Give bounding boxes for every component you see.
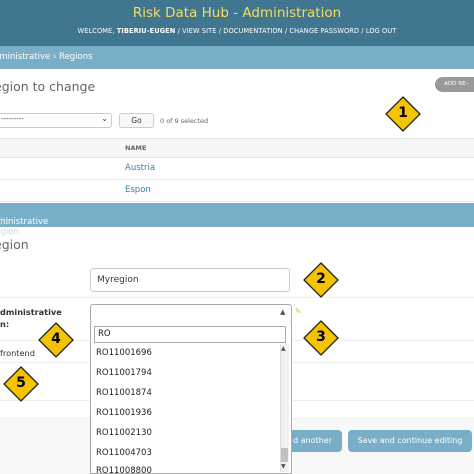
selected-count: 0 of 9 selected <box>160 117 209 125</box>
breadcrumb-current: Add region <box>0 217 19 237</box>
view-site-link[interactable]: VIEW SITE <box>182 27 216 35</box>
save-and-continue-button[interactable]: Save and continue editing <box>348 430 472 452</box>
dropdown-search-value: RO <box>98 329 111 339</box>
dropdown-option[interactable]: RO11004703 <box>96 448 152 458</box>
region-link-espon[interactable]: Espon <box>125 185 151 195</box>
scroll-up-icon[interactable]: ▲ <box>281 345 286 352</box>
scroll-thumb[interactable] <box>281 448 288 462</box>
table-row <box>0 158 474 180</box>
dropdown-option[interactable]: RO11001936 <box>96 408 152 418</box>
column-header-name[interactable]: NAME <box>125 144 146 152</box>
pencil-icon[interactable]: ✎ <box>295 307 302 316</box>
table-row <box>0 180 474 202</box>
site-title: Risk Data Hub - Administration <box>132 5 342 21</box>
divider <box>292 362 474 363</box>
dropdown-option[interactable]: RO11001874 <box>96 388 152 398</box>
welcome-text: WELCOME, <box>77 27 117 35</box>
dropdown-search-input[interactable]: RO <box>94 326 286 343</box>
chevron-down-icon: ⌄ <box>101 114 108 123</box>
breadcrumb-text[interactable]: dministrative › Regions <box>0 52 93 62</box>
callout-marker-1: 1 <box>385 96 421 132</box>
username: TIBERIU-EUGEN <box>116 27 176 35</box>
add-region-button[interactable]: ADD RE– <box>435 77 474 92</box>
log-out-link[interactable]: LOG OUT <box>366 27 397 35</box>
divider <box>0 362 90 363</box>
action-select-value: --------- <box>1 115 24 123</box>
dropdown-option[interactable]: RO11002130 <box>96 428 152 438</box>
callout-marker-5: 5 <box>3 366 39 402</box>
name-field[interactable]: Myregion <box>90 268 290 292</box>
divider <box>292 400 474 401</box>
breadcrumb: dministrative › Regions <box>0 46 474 69</box>
page-title: egion <box>0 237 29 252</box>
frontend-label: frontend <box>0 348 35 358</box>
go-button[interactable]: Go <box>119 113 154 128</box>
documentation-link[interactable]: DOCUMENTATION <box>223 27 282 35</box>
callout-marker-4: 4 <box>38 322 74 358</box>
name-field-value: Myregion <box>97 275 139 285</box>
dropdown-option[interactable]: RO11008800 <box>96 466 152 474</box>
callout-marker-3: 3 <box>303 320 339 356</box>
dropdown-option[interactable]: RO11001696 <box>96 348 152 358</box>
change-password-link[interactable]: CHANGE PASSWORD <box>289 27 359 35</box>
callout-marker-2: 2 <box>303 262 339 298</box>
dropdown-option[interactable]: RO11001794 <box>96 368 152 378</box>
user-tools: WELCOME, TIBERIU-EUGEN / VIEW SITE / DOC… <box>77 27 397 35</box>
scroll-down-icon[interactable]: ▼ <box>281 463 286 470</box>
table-header <box>0 138 474 158</box>
chevron-down-icon[interactable]: ▲ <box>280 308 285 316</box>
page-title: egion to change <box>0 79 96 94</box>
action-select[interactable]: --------- ⌄ <box>0 113 112 128</box>
breadcrumb: dministrative › Regions › Add region <box>0 203 474 237</box>
divider <box>0 297 474 298</box>
region-link-austria[interactable]: Austria <box>125 163 155 173</box>
administrative-region-select[interactable] <box>90 304 292 323</box>
